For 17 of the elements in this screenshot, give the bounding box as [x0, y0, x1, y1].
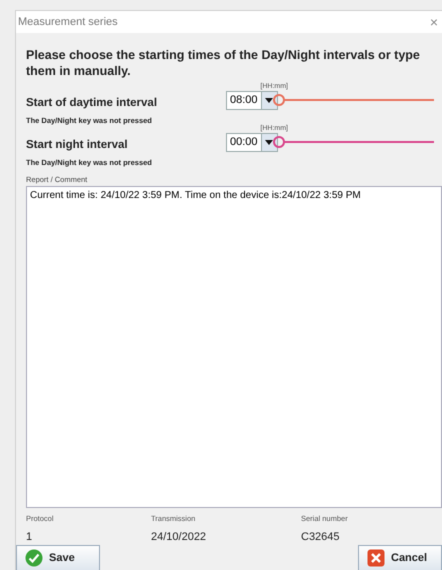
info-value: C32645: [301, 531, 341, 543]
time-dropdown[interactable]: 00:00: [226, 132, 278, 152]
close-icon: [367, 549, 385, 567]
save-button[interactable]: Save: [16, 545, 100, 570]
report-field[interactable]: Current time is: 24/10/22 3:59 PM. Time on the device is:24/10/22 3:59 PM: [26, 186, 442, 508]
interval-label: Start of daytime interval: [26, 97, 158, 109]
instruction-text: Please choose the starting times of the Day/Night intervals or type them in manually.: [26, 47, 421, 79]
check-icon: [25, 549, 43, 567]
time-dropdown[interactable]: 08:00: [226, 90, 278, 110]
caret-icon: [265, 98, 274, 102]
close-button[interactable]: ×: [430, 14, 438, 30]
caret-icon: [265, 140, 274, 144]
window-title: Measurement series: [18, 16, 118, 28]
info-value: 1: [26, 531, 34, 543]
interval-label: Start night interval: [26, 139, 129, 151]
cancel-button[interactable]: Cancel: [358, 545, 442, 570]
info-value: 24/10/2022: [151, 531, 208, 543]
